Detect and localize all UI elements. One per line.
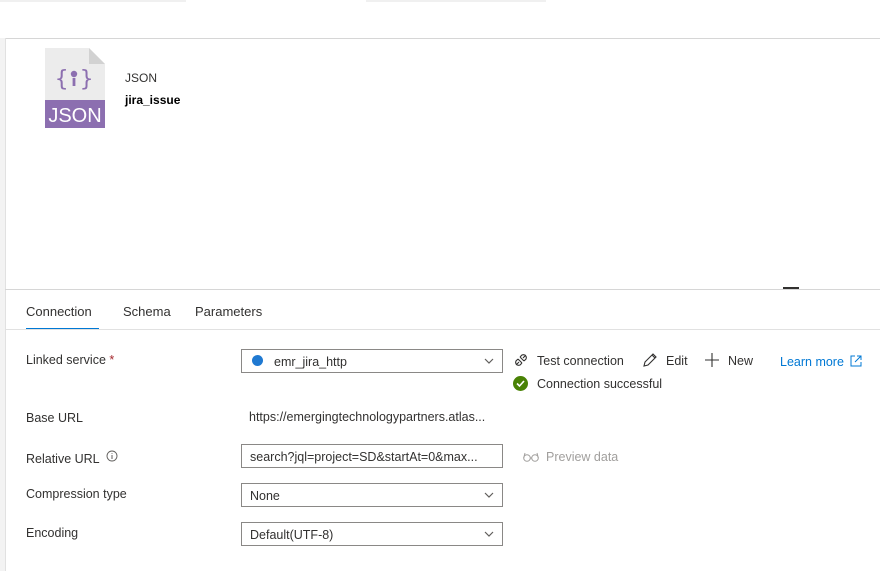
json-file-icon: { } JSON (45, 48, 105, 128)
compression-type-value: None (250, 489, 280, 503)
new-button[interactable]: New (704, 352, 759, 370)
resize-handle[interactable] (783, 287, 799, 289)
tab-divider (5, 329, 880, 330)
connection-status-text: Connection successful (537, 377, 663, 391)
chevron-down-icon (484, 531, 494, 537)
compression-type-label: Compression type (26, 487, 127, 501)
relative-url-label: Relative URL (26, 450, 118, 466)
chevron-down-icon (484, 492, 494, 498)
check-circle-icon (513, 376, 528, 391)
globe-icon (252, 355, 263, 366)
tab-connection[interactable]: Connection (26, 304, 92, 319)
dataset-type: JSON (125, 71, 158, 85)
plus-icon (705, 353, 719, 367)
top-bar (0, 0, 880, 39)
glasses-icon (523, 452, 539, 462)
tab-parameters[interactable]: Parameters (195, 304, 262, 319)
test-connection-label: Test connection (537, 354, 624, 368)
new-label: New (728, 354, 754, 368)
preview-data-button[interactable]: Preview data (522, 449, 622, 465)
json-icon-label: JSON (48, 105, 101, 127)
compression-type-dropdown[interactable]: None (241, 483, 503, 507)
learn-more-label: Learn more (780, 355, 844, 369)
edit-label: Edit (666, 354, 688, 368)
pencil-icon (643, 353, 657, 367)
chevron-down-icon (484, 358, 494, 364)
base-url-value: https://emergingtechnologypartners.atlas… (249, 410, 486, 424)
required-marker: * (109, 353, 115, 367)
linked-service-label: Linked service * (26, 353, 114, 367)
test-connection-button[interactable]: Test connection (513, 352, 633, 370)
left-panel-edge (0, 38, 6, 571)
learn-more-link[interactable]: Learn more (780, 355, 862, 369)
encoding-value: Default(UTF-8) (250, 528, 334, 542)
pane-divider (5, 289, 880, 290)
svg-text:{: { (55, 67, 68, 92)
relative-url-input[interactable]: search?jql=project=SD&startAt=0&max... (241, 444, 503, 468)
base-url-label: Base URL (26, 411, 83, 425)
linked-service-label-text: Linked service (26, 353, 106, 367)
edit-button[interactable]: Edit (642, 352, 692, 370)
svg-text:}: } (80, 67, 93, 92)
linked-service-dropdown[interactable]: emr_jira_http (241, 349, 503, 373)
info-icon[interactable] (106, 450, 118, 462)
encoding-label: Encoding (26, 526, 79, 540)
tab-schema[interactable]: Schema (123, 304, 171, 319)
external-link-icon (850, 355, 862, 367)
preview-data-label: Preview data (546, 450, 619, 464)
plug-icon (515, 354, 527, 366)
encoding-dropdown[interactable]: Default(UTF-8) (241, 522, 503, 546)
dataset-name: jira_issue (125, 93, 181, 107)
relative-url-value: search?jql=project=SD&startAt=0&max... (250, 450, 478, 464)
relative-url-label-text: Relative URL (26, 452, 100, 466)
linked-service-value: emr_jira_http (274, 355, 347, 369)
top-tab-strip (0, 0, 186, 2)
top-tab-strip (366, 0, 546, 2)
